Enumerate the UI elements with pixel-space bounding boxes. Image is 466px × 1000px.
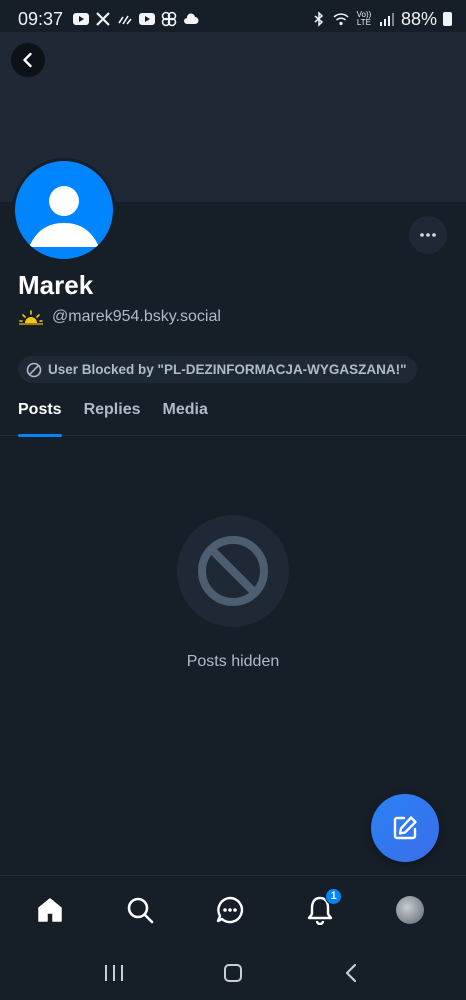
pinwheel-icon [161, 11, 177, 27]
handle-row: @marek954.bsky.social [18, 308, 221, 326]
status-right: Vo)) LTE 88% [311, 9, 452, 30]
compose-post-button[interactable] [371, 794, 439, 862]
profile-avatar[interactable] [12, 158, 116, 262]
profile-tabs: Posts Replies Media [0, 392, 466, 437]
nav-notifications[interactable]: 1 [275, 880, 365, 940]
cloud-icon [184, 13, 199, 24]
wavy-icon [118, 15, 132, 25]
posts-hidden-text: Posts hidden [186, 653, 280, 670]
back-button[interactable] [11, 43, 45, 77]
profile-handle: @marek954.bsky.social [52, 308, 221, 325]
status-time: 09:37 [18, 8, 64, 29]
bluetooth-icon [314, 11, 324, 27]
profile-avatar-small [396, 895, 424, 924]
bottom-nav: 1 [0, 875, 466, 943]
status-left: 09:37 [18, 9, 199, 30]
battery-percent: 88% [400, 8, 437, 29]
nav-search[interactable] [95, 880, 185, 940]
recent-apps-icon[interactable] [103, 963, 125, 983]
posts-hidden-icon-container [177, 515, 289, 627]
nav-chat[interactable] [185, 880, 275, 940]
pencil-square-icon [393, 816, 417, 840]
chevron-left-icon [23, 52, 32, 68]
notification-count-badge: 1 [325, 887, 342, 905]
youtube-icon [139, 13, 156, 25]
tab-replies[interactable]: Replies [84, 392, 141, 436]
back-nav-icon[interactable] [341, 962, 363, 984]
blocked-icon [26, 362, 42, 377]
home-icon [38, 897, 62, 922]
android-system-nav [0, 945, 466, 1000]
signal-icon [379, 13, 394, 26]
blocked-icon [198, 536, 268, 606]
default-avatar-icon [29, 186, 99, 247]
blocked-label-text: User Blocked by "PL-DEZINFORMACJA-WYGASZ… [48, 362, 407, 377]
wifi-icon [333, 13, 349, 26]
x-icon [96, 12, 110, 26]
more-options-button[interactable] [409, 216, 447, 254]
sunrise-icon [19, 310, 43, 325]
youtube-icon [73, 13, 90, 25]
nav-profile[interactable] [365, 880, 455, 940]
search-icon [127, 897, 154, 923]
chat-icon [216, 896, 244, 923]
display-name: Marek [18, 270, 94, 300]
nav-home[interactable] [5, 880, 95, 940]
battery-icon [443, 12, 452, 26]
blocked-label-badge[interactable]: User Blocked by "PL-DEZINFORMACJA-WYGASZ… [18, 356, 417, 383]
home-button-icon[interactable] [222, 962, 244, 984]
ellipsis-icon [420, 233, 436, 237]
tab-posts[interactable]: Posts [18, 392, 62, 437]
tab-media[interactable]: Media [163, 392, 208, 436]
volte-icon: Vo)) LTE [356, 10, 372, 27]
